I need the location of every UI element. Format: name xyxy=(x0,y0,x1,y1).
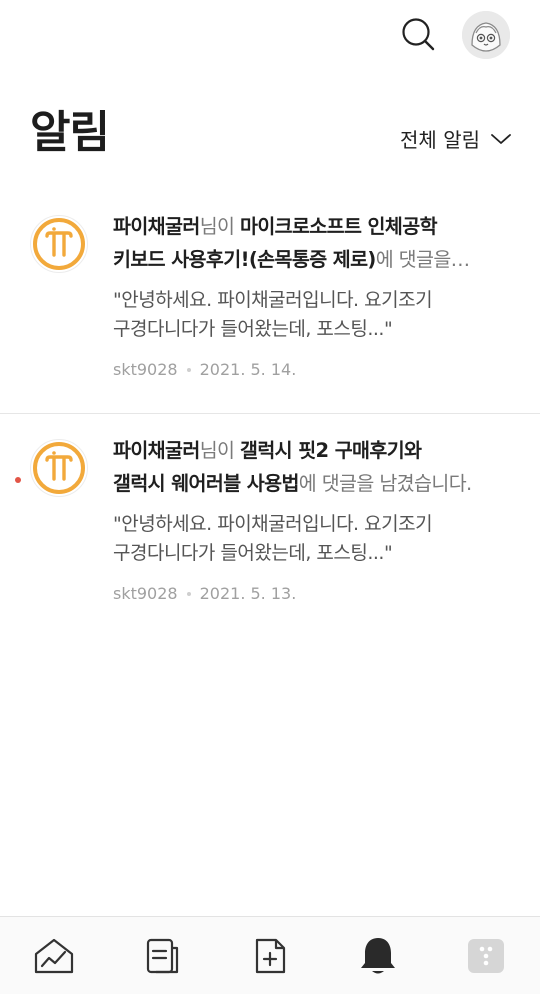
blog-author: skt9028 xyxy=(113,360,178,379)
nav-new-post[interactable] xyxy=(240,926,300,986)
pi-network-logo-icon xyxy=(33,218,85,270)
notification-meta: skt9028 2021. 5. 13. xyxy=(113,584,513,603)
post-title-part2[interactable]: 키보드 사용후기!(손목통증 제로) xyxy=(113,248,376,271)
notification-date: 2021. 5. 13. xyxy=(199,584,297,603)
sender-name[interactable]: 파이채굴러 xyxy=(113,215,200,238)
post-title-part1[interactable]: 갤럭시 핏2 구매후기와 xyxy=(240,439,422,462)
excerpt-line-1: "안녕하세요. 파이채굴러입니다. 요기조기 xyxy=(113,513,433,535)
comment-excerpt: "안녕하세요. 파이채굴러입니다. 요기조기 구경다니다가 들어왔는데, 포스팅… xyxy=(113,510,513,568)
search-icon xyxy=(402,18,435,51)
notification-meta: skt9028 2021. 5. 14. xyxy=(113,360,513,379)
filter-label: 전체 알림 xyxy=(400,128,480,152)
sender-avatar[interactable] xyxy=(30,215,88,273)
search-button[interactable] xyxy=(398,14,438,54)
excerpt-line-2: 구경다니다가 들어왔는데, 포스팅..." xyxy=(113,542,393,564)
post-list-icon xyxy=(146,938,179,973)
meta-separator xyxy=(186,591,191,596)
notification-body: 파이채굴러님이 마이크로소프트 인체공학 키보드 사용후기!(손목통증 제로)에… xyxy=(113,210,513,379)
new-post-icon xyxy=(255,938,286,973)
excerpt-line-2: 구경다니다가 들어왔는데, 포스팅..." xyxy=(113,318,393,340)
nav-posts[interactable] xyxy=(132,926,192,986)
notification-date: 2021. 5. 14. xyxy=(199,360,297,379)
sender-avatar[interactable] xyxy=(30,439,88,497)
comment-excerpt: "안녕하세요. 파이채굴러입니다. 요기조기 구경다니다가 들어왔는데, 포스팅… xyxy=(113,286,513,344)
notification-body: 파이채굴러님이 갤럭시 핏2 구매후기와 갤럭시 웨어러블 사용법에 댓글을 남… xyxy=(113,434,513,603)
meta-separator xyxy=(186,367,191,372)
sender-name[interactable]: 파이채굴러 xyxy=(113,439,200,462)
notification-headline: 파이채굴러님이 마이크로소프트 인체공학 키보드 사용후기!(손목통증 제로)에… xyxy=(113,210,513,276)
notification-item[interactable]: 파이채굴러님이 갤럭시 핏2 구매후기와 갤럭시 웨어러블 사용법에 댓글을 남… xyxy=(0,414,540,634)
notification-filter-dropdown[interactable]: 전체 알림 xyxy=(400,124,512,153)
headline-connector: 님이 xyxy=(199,215,240,238)
notification-item[interactable]: 파이채굴러님이 마이크로소프트 인체공학 키보드 사용후기!(손목통증 제로)에… xyxy=(0,190,540,414)
headline-connector: 님이 xyxy=(199,439,240,462)
notification-headline: 파이채굴러님이 갤럭시 핏2 구매후기와 갤럭시 웨어러블 사용법에 댓글을 남… xyxy=(113,434,513,500)
notifications-page: 알림 전체 알림 파이채굴러님이 마이크로소프트 인체공학 키보드 사용후기!(… xyxy=(0,0,540,994)
nav-more[interactable] xyxy=(456,926,516,986)
bottom-navigation xyxy=(0,916,540,994)
nav-notifications[interactable] xyxy=(348,926,408,986)
headline-tail: 에 댓글을… xyxy=(375,248,470,271)
pi-network-logo-icon xyxy=(33,442,85,494)
page-title: 알림 xyxy=(30,107,110,158)
blog-author: skt9028 xyxy=(113,584,178,603)
chevron-down-icon xyxy=(491,133,511,144)
post-title-part2[interactable]: 갤럭시 웨어러블 사용법 xyxy=(113,472,299,495)
stats-icon xyxy=(34,938,74,973)
top-bar xyxy=(0,0,540,72)
post-title-part1[interactable]: 마이크로소프트 인체공학 xyxy=(240,215,438,238)
more-icon xyxy=(468,938,504,973)
nav-stats[interactable] xyxy=(24,926,84,986)
unread-indicator xyxy=(15,477,21,483)
headline-tail: 에 댓글을 남겼습니다. xyxy=(298,472,472,495)
profile-avatar-icon xyxy=(462,11,510,59)
avatar[interactable] xyxy=(462,11,510,59)
excerpt-line-1: "안녕하세요. 파이채굴러입니다. 요기조기 xyxy=(113,289,433,311)
bell-icon xyxy=(361,937,395,973)
